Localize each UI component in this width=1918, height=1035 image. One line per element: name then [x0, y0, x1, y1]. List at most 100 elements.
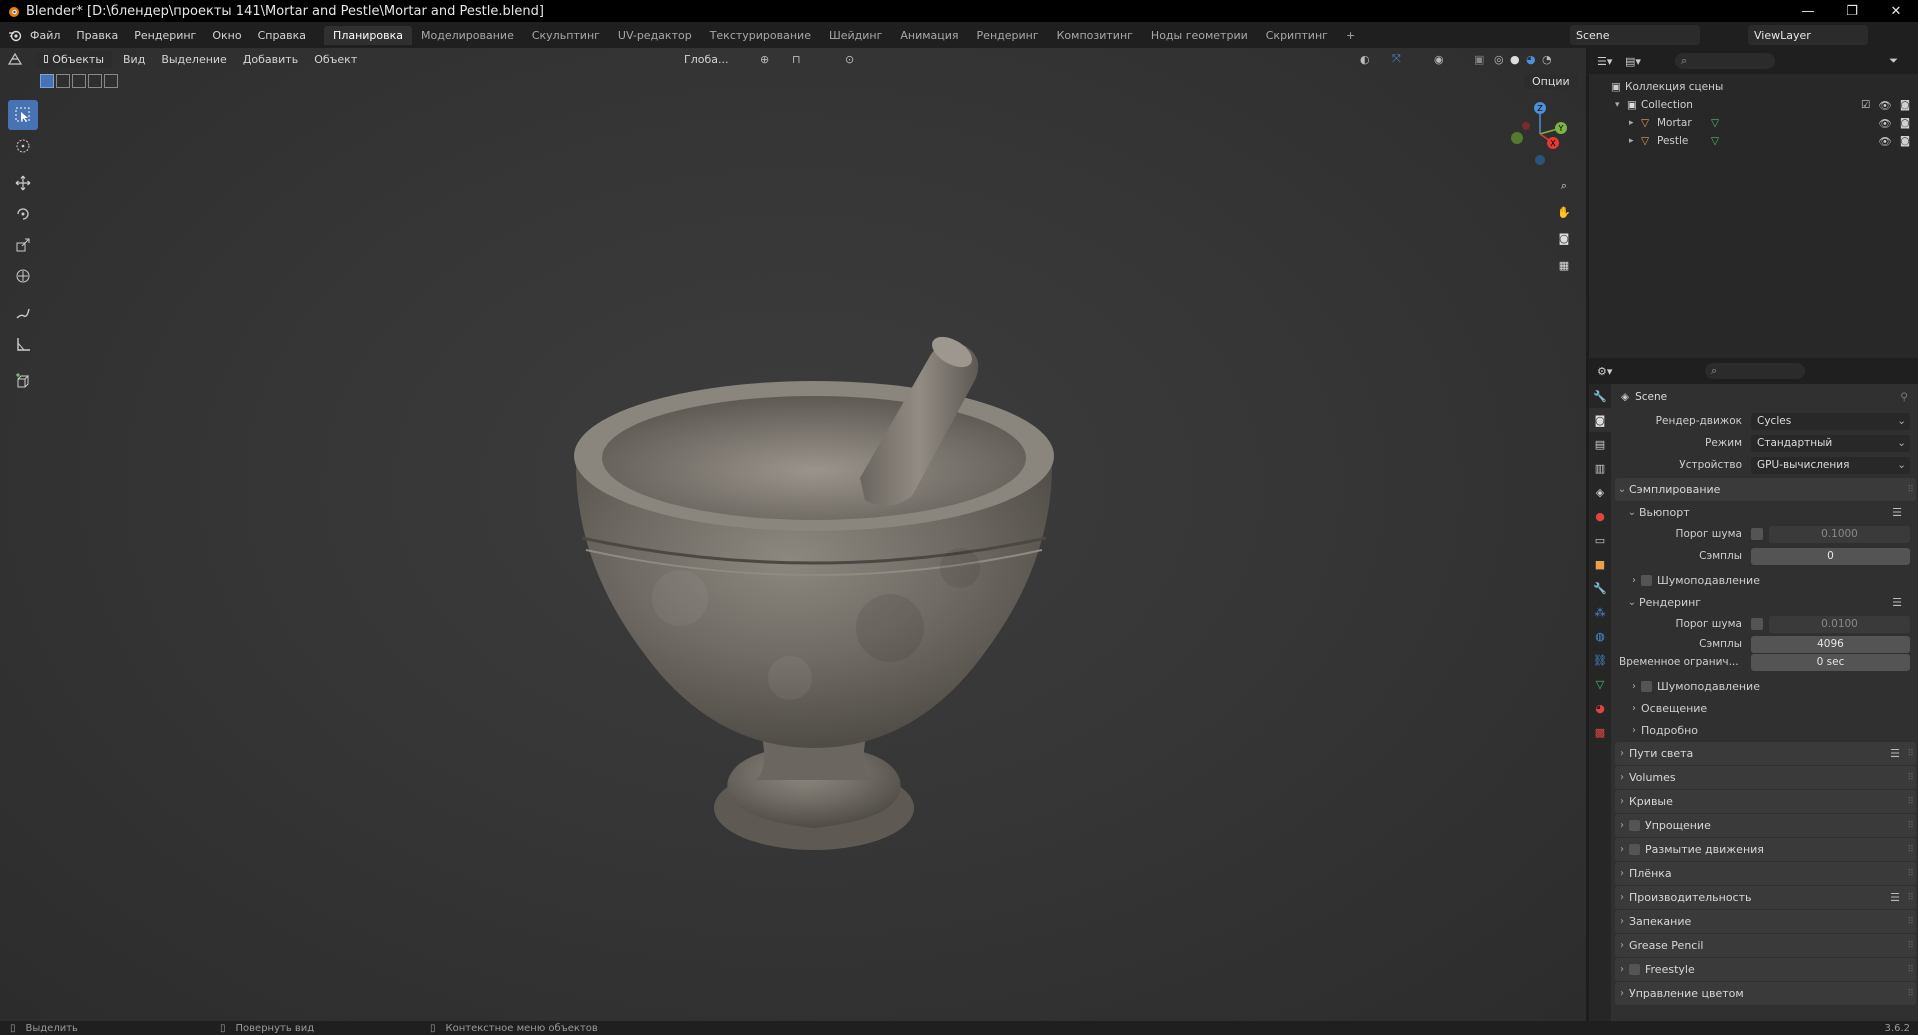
tab-scripting[interactable]: Скриптинг	[1257, 26, 1337, 45]
bake-panel[interactable]: › Запекание ⠿	[1615, 910, 1916, 933]
drag-grip-icon[interactable]: ⠿	[1907, 917, 1914, 927]
visibility-eye-icon[interactable]: 👁	[1878, 135, 1891, 148]
motion-blur-panel[interactable]: › Размытие движения ⠿	[1615, 838, 1916, 861]
move-tool[interactable]	[8, 168, 38, 198]
viewport-denoise-subpanel[interactable]: › Шумоподавление	[1615, 569, 1918, 591]
navigation-gizmo[interactable]: Z Y X	[1500, 98, 1568, 170]
drag-grip-icon[interactable]: ⠿	[1907, 965, 1914, 975]
select-subtract-icon[interactable]	[72, 74, 86, 88]
time-limit-field[interactable]: 0 sec	[1751, 653, 1910, 671]
3d-viewport[interactable]	[0, 48, 1586, 1021]
render-camera-icon[interactable]: ◙	[1900, 117, 1910, 130]
color-management-panel[interactable]: › Управление цветом ⠿	[1615, 982, 1916, 1005]
drag-grip-icon[interactable]: ⠿	[1907, 893, 1914, 903]
material-tab-icon[interactable]: ◕	[1589, 696, 1611, 720]
scene-collection-row[interactable]: ▣ Коллекция сцены	[1589, 78, 1918, 96]
drag-grip-icon[interactable]: ⠿	[1907, 821, 1914, 831]
outliner-search-field[interactable]: ⌕	[1675, 53, 1775, 69]
scene-selector[interactable]: Scene	[1570, 25, 1700, 45]
tab-shading[interactable]: Шейдинг	[820, 26, 891, 45]
viewport-noise-threshold-field[interactable]: 0.1000	[1769, 525, 1910, 543]
drag-grip-icon[interactable]: ⠿	[1907, 485, 1914, 495]
grease-pencil-panel[interactable]: › Grease Pencil ⠿	[1615, 934, 1916, 957]
drag-grip-icon[interactable]: ⠿	[1907, 749, 1914, 759]
pin-icon[interactable]: ⚲	[1900, 391, 1908, 403]
tab-geometry-nodes[interactable]: Ноды геометрии	[1142, 26, 1257, 45]
wireframe-shading-icon[interactable]: ◎	[1494, 53, 1504, 66]
output-tab-icon[interactable]: ▤	[1589, 432, 1611, 456]
display-mode-icon[interactable]: ▤▾	[1625, 55, 1665, 68]
collection-row[interactable]: ▾ ▣ Collection ☑ 👁 ◙	[1589, 96, 1918, 114]
gizmo-neg-z-axis[interactable]	[1535, 155, 1545, 165]
simplify-panel[interactable]: › Упрощение ⠿	[1615, 814, 1916, 837]
tab-layout[interactable]: Планировка	[324, 25, 413, 45]
overlays-icon[interactable]: ◉	[1434, 53, 1444, 66]
noise-threshold-checkbox[interactable]	[1751, 618, 1763, 630]
menu-window[interactable]: Окно	[204, 29, 249, 42]
perspective-toggle-button[interactable]: ▦	[1552, 253, 1576, 277]
properties-search-field[interactable]: ⌕	[1705, 363, 1805, 379]
physics-tab-icon[interactable]: ◍	[1589, 624, 1611, 648]
outliner-item-pestle[interactable]: ▸ ▽ Pestle ▽ 👁 ◙	[1589, 132, 1918, 150]
minimize-button[interactable]: —	[1786, 0, 1830, 22]
drag-grip-icon[interactable]: ⠿	[1907, 989, 1914, 999]
close-button[interactable]: ✕	[1874, 0, 1918, 22]
transform-orientation-dropdown[interactable]: Глоба...	[684, 53, 728, 66]
render-subpanel-header[interactable]: ⌄ Рендеринг ☰	[1615, 591, 1918, 613]
film-panel[interactable]: › Плёнка ⠿	[1615, 862, 1916, 885]
visibility-icon[interactable]: ◐	[1360, 53, 1370, 66]
select-box-tool[interactable]	[8, 100, 38, 130]
curves-panel[interactable]: › Кривые ⠿	[1615, 790, 1916, 813]
menu-help[interactable]: Справка	[250, 29, 314, 42]
render-camera-icon[interactable]: ◙	[1900, 135, 1910, 148]
render-denoise-subpanel[interactable]: › Шумоподавление	[1615, 675, 1918, 697]
scene-tab-icon[interactable]: ◈	[1589, 480, 1611, 504]
mortar-and-pestle-model[interactable]	[560, 328, 1080, 888]
denoise-checkbox[interactable]	[1641, 680, 1652, 692]
sampling-panel-header[interactable]: ⌄ Сэмплирование ⠿	[1615, 478, 1916, 501]
expand-arrow-icon[interactable]: ▸	[1629, 118, 1641, 128]
add-workspace-button[interactable]: +	[1337, 26, 1364, 45]
blender-menu-icon[interactable]	[8, 28, 22, 42]
snap-icon[interactable]: ⊓	[792, 53, 801, 66]
render-engine-dropdown[interactable]: Cycles ⌄	[1751, 412, 1910, 430]
light-paths-panel[interactable]: › Пути света ☰ ⠿	[1615, 742, 1916, 765]
modifier-tab-icon[interactable]: 🔧	[1589, 576, 1611, 600]
viewport-samples-field[interactable]: 0	[1751, 547, 1910, 565]
exclude-checkbox-icon[interactable]: ☑	[1861, 99, 1870, 112]
simplify-checkbox[interactable]	[1629, 820, 1640, 831]
gizmo-neg-x-axis[interactable]	[1522, 122, 1530, 130]
menu-render[interactable]: Рендеринг	[126, 29, 204, 42]
drag-grip-icon[interactable]: ⠿	[1907, 797, 1914, 807]
pan-button[interactable]: ✋	[1552, 200, 1576, 224]
drag-grip-icon[interactable]: ⠿	[1907, 773, 1914, 783]
lighting-subpanel[interactable]: › Освещение	[1615, 697, 1918, 719]
pivot-point-icon[interactable]: ⊕	[760, 53, 769, 66]
render-samples-field[interactable]: 4096	[1751, 635, 1910, 653]
annotate-tool[interactable]	[8, 298, 38, 328]
render-camera-icon[interactable]: ◙	[1900, 99, 1910, 112]
zoom-button[interactable]: ⌕	[1552, 174, 1576, 198]
motion-blur-checkbox[interactable]	[1629, 844, 1640, 855]
presets-list-icon[interactable]: ☰	[1892, 596, 1902, 609]
solid-shading-icon[interactable]: ●	[1510, 53, 1520, 66]
outliner-item-mortar[interactable]: ▸ ▽ Mortar ▽ 👁 ◙	[1589, 114, 1918, 132]
properties-editor-icon[interactable]: ⚙▾	[1597, 365, 1625, 378]
scale-tool[interactable]	[8, 230, 38, 260]
tab-modeling[interactable]: Моделирование	[412, 26, 523, 45]
object-tab-icon[interactable]: ■	[1589, 552, 1611, 576]
performance-panel[interactable]: › Производительность ☰ ⠿	[1615, 886, 1916, 909]
texture-tab-icon[interactable]: ▩	[1589, 720, 1611, 744]
camera-view-button[interactable]: ◙	[1552, 226, 1576, 250]
tool-tab-icon[interactable]: 🔧	[1589, 384, 1611, 408]
render-noise-threshold-field[interactable]: 0.0100	[1769, 615, 1910, 633]
visibility-eye-icon[interactable]: 👁	[1878, 99, 1891, 112]
menu-select[interactable]: Выделение	[156, 53, 232, 66]
rotate-tool[interactable]	[8, 199, 38, 229]
visibility-eye-icon[interactable]: 👁	[1878, 117, 1891, 130]
drag-grip-icon[interactable]: ⠿	[1907, 869, 1914, 879]
select-invert-icon[interactable]	[88, 74, 102, 88]
view-layer-selector[interactable]: ViewLayer	[1748, 25, 1868, 45]
menu-edit[interactable]: Правка	[68, 29, 126, 42]
material-preview-icon[interactable]: ◕	[1526, 53, 1536, 66]
